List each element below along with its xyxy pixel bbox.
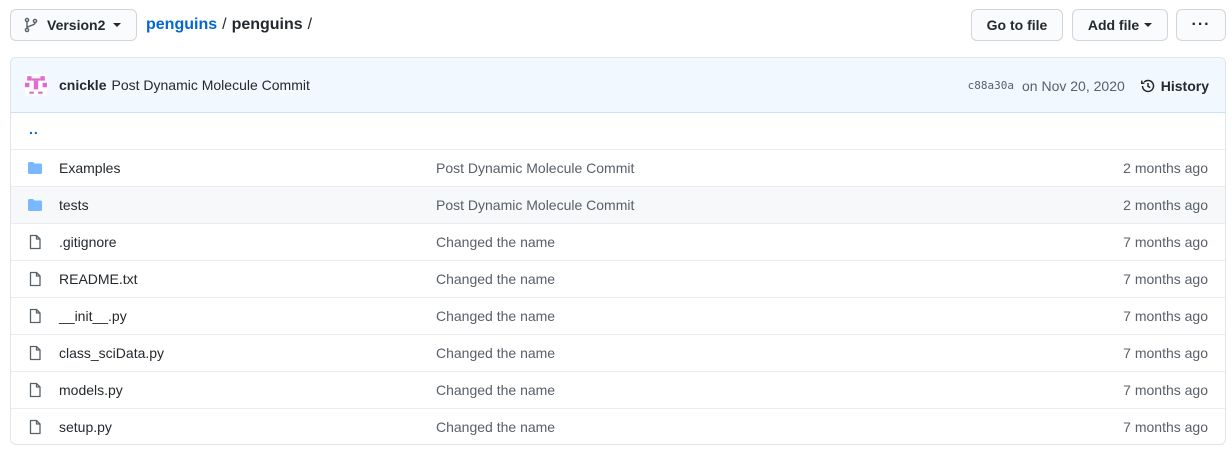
file-name-link[interactable]: Examples	[59, 150, 120, 187]
file-commit-message-link[interactable]: Changed the name	[436, 261, 555, 298]
commit-message[interactable]: Post Dynamic Molecule Commit	[111, 77, 309, 93]
chevron-down-icon	[113, 23, 122, 27]
file-icon	[27, 271, 43, 287]
file-row[interactable]: .gitignore Changed the name 7 months ago	[11, 224, 1225, 261]
history-link[interactable]: History	[1140, 78, 1209, 94]
breadcrumb-separator: /	[222, 16, 227, 33]
file-row[interactable]: class_sciData.py Changed the name 7 mont…	[11, 335, 1225, 372]
folder-icon	[27, 197, 43, 213]
file-commit-message-link[interactable]: Changed the name	[436, 224, 555, 261]
breadcrumb-repo-link[interactable]: penguins	[146, 16, 217, 34]
add-file-label: Add file	[1087, 17, 1140, 33]
file-row[interactable]: tests Post Dynamic Molecule Commit 2 mon…	[11, 187, 1225, 224]
add-file-button[interactable]: Add file	[1072, 9, 1168, 41]
file-list: Examples Post Dynamic Molecule Commit 2 …	[11, 150, 1225, 444]
branch-select-button[interactable]: Version2	[10, 9, 137, 41]
file-commit-age: 2 months ago	[1123, 197, 1208, 213]
file-name-link[interactable]: README.txt	[59, 261, 138, 298]
parent-directory-link[interactable]: ..	[29, 121, 39, 137]
kebab-icon: ···	[1191, 16, 1211, 33]
branch-name: Version2	[47, 17, 106, 33]
history-label: History	[1160, 77, 1209, 94]
file-commit-message-link[interactable]: Changed the name	[436, 335, 555, 372]
file-name-link[interactable]: class_sciData.py	[59, 335, 164, 372]
breadcrumb-current-dir: penguins	[231, 16, 303, 33]
go-to-file-button[interactable]: Go to file	[971, 9, 1063, 41]
latest-commit-bar: cnickle Post Dynamic Molecule Commit c88…	[11, 58, 1225, 113]
history-clock-icon	[1140, 79, 1155, 92]
file-commit-message-link[interactable]: Post Dynamic Molecule Commit	[436, 150, 634, 187]
file-commit-age: 2 months ago	[1123, 160, 1208, 176]
file-row[interactable]: __init__.py Changed the name 7 months ag…	[11, 298, 1225, 335]
commit-sha-link[interactable]: c88a30a	[968, 79, 1014, 92]
avatar[interactable]	[25, 74, 47, 96]
file-commit-message-link[interactable]: Changed the name	[436, 409, 555, 444]
file-commit-age: 7 months ago	[1123, 234, 1208, 250]
file-commit-message-link[interactable]: Changed the name	[436, 298, 555, 335]
file-icon	[27, 308, 43, 324]
parent-directory-row[interactable]: ..	[11, 113, 1225, 150]
file-name-link[interactable]: tests	[59, 187, 89, 224]
commit-author[interactable]: cnickle	[59, 77, 106, 93]
file-commit-age: 7 months ago	[1123, 419, 1208, 435]
breadcrumb: penguins / penguins /	[146, 9, 317, 41]
file-row[interactable]: models.py Changed the name 7 months ago	[11, 372, 1225, 409]
file-icon	[27, 345, 43, 361]
file-name-link[interactable]: .gitignore	[59, 224, 117, 261]
breadcrumb-trailing-separator: /	[307, 16, 313, 33]
file-icon	[27, 419, 43, 435]
file-commit-message-link[interactable]: Changed the name	[436, 372, 555, 409]
file-icon	[27, 234, 43, 250]
file-name-link[interactable]: __init__.py	[59, 298, 127, 335]
file-name-link[interactable]: setup.py	[59, 409, 112, 444]
file-commit-age: 7 months ago	[1123, 382, 1208, 398]
file-row[interactable]: Examples Post Dynamic Molecule Commit 2 …	[11, 150, 1225, 187]
commit-meta: c88a30a on Nov 20, 2020 History	[968, 58, 1209, 113]
file-icon	[27, 382, 43, 398]
file-commit-message-link[interactable]: Post Dynamic Molecule Commit	[436, 187, 634, 224]
more-options-button[interactable]: ···	[1176, 9, 1226, 41]
chevron-down-icon	[1144, 23, 1153, 27]
commit-date: on Nov 20, 2020	[1022, 77, 1125, 94]
file-commit-age: 7 months ago	[1123, 345, 1208, 361]
repo-toolbar: Version2 penguins / penguins / Go to fil…	[10, 9, 1226, 41]
file-commit-age: 7 months ago	[1123, 271, 1208, 287]
file-row[interactable]: README.txt Changed the name 7 months ago	[11, 261, 1225, 298]
folder-icon	[27, 160, 43, 176]
file-commit-age: 7 months ago	[1123, 308, 1208, 324]
git-branch-icon	[24, 17, 38, 33]
file-row[interactable]: setup.py Changed the name 7 months ago	[11, 409, 1225, 444]
file-browser: cnickle Post Dynamic Molecule Commit c88…	[10, 57, 1226, 445]
go-to-file-label: Go to file	[986, 17, 1048, 33]
file-name-link[interactable]: models.py	[59, 372, 123, 409]
